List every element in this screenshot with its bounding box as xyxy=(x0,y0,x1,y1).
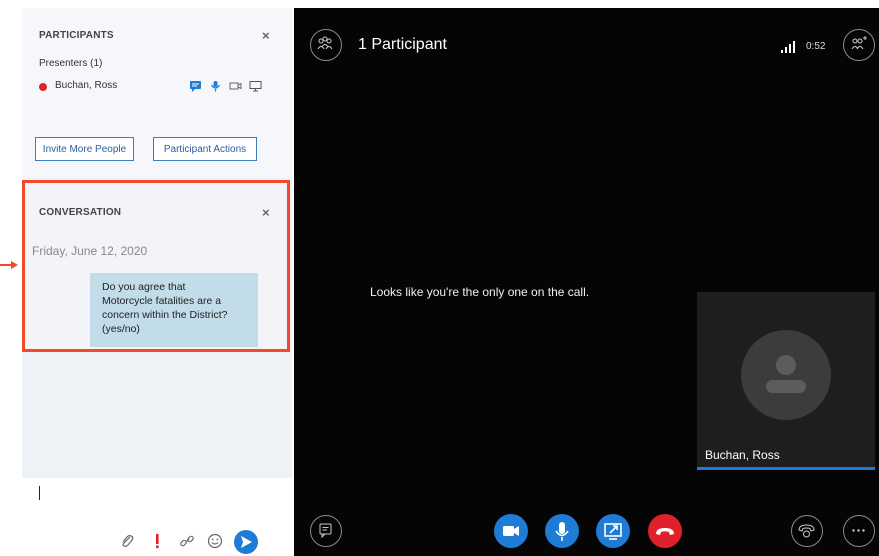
call-controls-button[interactable] xyxy=(791,515,823,547)
message-line: Motorcycle fatalities are a xyxy=(102,295,222,307)
video-icon xyxy=(503,526,519,536)
call-timer: 0:52 xyxy=(806,41,826,52)
importance-icon[interactable] xyxy=(148,532,166,550)
participant-actions-button[interactable]: Participant Actions xyxy=(153,137,257,161)
presenters-label: Presenters (1) xyxy=(39,58,103,69)
phone-settings-icon xyxy=(798,524,815,538)
more-options-button[interactable] xyxy=(843,515,875,547)
conversation-date: Friday, June 12, 2020 xyxy=(32,244,148,258)
message-line: Do you agree that xyxy=(102,281,186,293)
call-stage: 1 Participant 0:52 Looks like you're the… xyxy=(294,8,879,556)
message-line: concern within the District? xyxy=(102,309,228,321)
hang-up-icon xyxy=(656,528,674,535)
share-screen-button[interactable] xyxy=(596,514,630,548)
video-toggle-button[interactable] xyxy=(494,514,528,548)
message-compose-area[interactable] xyxy=(22,478,292,556)
more-icon xyxy=(852,529,865,532)
alone-message: Looks like you're the only one on the ca… xyxy=(370,285,590,299)
im-icon xyxy=(190,81,201,92)
text-cursor xyxy=(39,486,40,500)
conversation-toggle-button[interactable] xyxy=(310,515,342,547)
active-speaker-bar xyxy=(697,467,875,470)
mute-button[interactable] xyxy=(545,514,579,548)
emoji-icon[interactable] xyxy=(206,532,224,550)
call-title: 1 Participant xyxy=(358,36,447,53)
add-people-button[interactable] xyxy=(843,29,875,61)
self-video-tile[interactable]: Buchan, Ross xyxy=(697,292,875,470)
audio-icon xyxy=(211,81,220,92)
conversation-title: CONVERSATION xyxy=(39,207,122,218)
participants-title: PARTICIPANTS xyxy=(39,30,114,41)
side-panel: PARTICIPANTS × Presenters (1) Buchan, Ro… xyxy=(22,8,292,556)
send-icon[interactable] xyxy=(234,530,258,554)
link-icon[interactable] xyxy=(178,532,196,550)
close-conversation-icon[interactable]: × xyxy=(262,206,270,219)
chat-icon xyxy=(319,523,332,539)
participants-toggle-button[interactable] xyxy=(310,29,342,61)
video-off-icon xyxy=(229,82,242,90)
presence-status-icon xyxy=(39,83,47,91)
signal-strength-icon xyxy=(781,41,795,53)
self-name-label: Buchan, Ross xyxy=(705,448,780,462)
avatar-icon xyxy=(741,330,831,420)
participants-pane: PARTICIPANTS × Presenters (1) Buchan, Ro… xyxy=(22,8,292,178)
message-bubble: Do you agree that Motorcycle fatalities … xyxy=(90,273,258,347)
participant-name: Buchan, Ross xyxy=(55,80,118,91)
add-person-icon xyxy=(851,36,867,50)
attach-icon[interactable] xyxy=(118,532,136,550)
people-icon xyxy=(317,36,333,50)
pointer-arrow-icon xyxy=(0,261,18,269)
invite-more-people-button[interactable]: Invite More People xyxy=(35,137,134,161)
participant-row[interactable]: Buchan, Ross xyxy=(39,80,279,94)
hang-up-button[interactable] xyxy=(648,514,682,548)
mic-icon xyxy=(555,522,569,541)
message-line: (yes/no) xyxy=(102,323,140,335)
screen-icon xyxy=(249,81,262,92)
share-screen-icon xyxy=(604,523,622,540)
close-participants-icon[interactable]: × xyxy=(262,29,270,42)
